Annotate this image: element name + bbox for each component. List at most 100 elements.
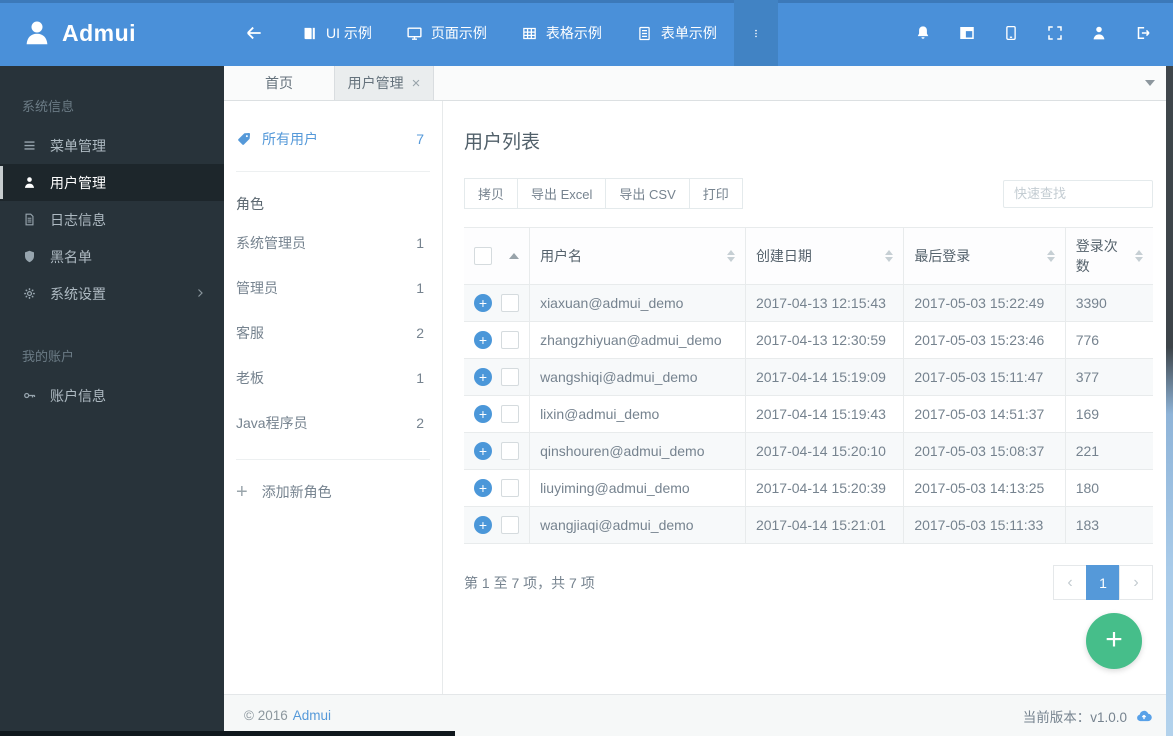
footer-brand-link[interactable]: Admui [293,708,331,723]
nav-more-button[interactable] [733,0,778,66]
brand[interactable]: Admui [0,0,224,66]
cell-login-count: 183 [1064,506,1153,544]
user-icon [25,177,34,188]
table-row[interactable]: lixin@admui_demo 2017-04-14 15:19:43 201… [464,395,1153,433]
version-text: 当前版本：v1.0.0 [1022,709,1127,725]
add-user-fab[interactable] [1086,613,1142,669]
sidebar-item-user-management[interactable]: 用户管理 [0,164,224,201]
cell-last-login: 2017-05-03 14:13:25 [903,469,1066,507]
profile-button[interactable] [1077,0,1121,66]
cell-username: lixin@admui_demo [529,395,746,433]
expand-row-button[interactable] [474,442,492,460]
pagination-next-button[interactable]: › [1119,565,1153,600]
cell-login-count: 180 [1064,469,1153,507]
expand-row-button[interactable] [474,331,492,349]
search-input[interactable] [1003,179,1153,208]
devices-button[interactable] [989,0,1033,66]
role-item[interactable]: 系统管理员 1 [236,220,430,265]
row-checkbox[interactable] [501,368,519,386]
logout-button[interactable] [1121,0,1165,66]
logout-icon [1137,27,1150,39]
row-checkbox[interactable] [501,479,519,497]
print-button[interactable]: 打印 [688,178,743,209]
role-name: Java程序员 [236,414,308,431]
sidebar-item-label: 日志信息 [50,211,106,228]
export-excel-button[interactable]: 导出 Excel [517,178,607,209]
workspace: 首页 用户管理 × 所有用户 7 角色 系统管理员 1 管理员 1 客服 2 老… [224,66,1173,736]
tab-label: 首页 [265,75,293,91]
sidebar-item-label: 系统设置 [50,285,106,302]
sort-asc-icon[interactable] [509,253,520,259]
row-checkbox[interactable] [501,294,519,312]
logo-icon [26,21,48,45]
role-item[interactable]: 老板 1 [236,355,430,400]
row-checkbox[interactable] [501,442,519,460]
page-title: 用户列表 [464,132,541,153]
nav-item-form-examples[interactable]: 表单示例 [619,0,734,66]
role-item[interactable]: 客服 2 [236,310,430,355]
select-all-checkbox[interactable] [474,247,492,265]
row-checkbox[interactable] [501,331,519,349]
cell-created: 2017-04-14 15:20:39 [744,469,904,507]
column-header-last-login[interactable]: 最后登录 [903,227,1066,285]
role-item[interactable]: 管理员 1 [236,265,430,310]
nav-item-table-examples[interactable]: 表格示例 [504,0,619,66]
pagination-prev-button[interactable]: ‹ [1053,565,1087,600]
table-row[interactable]: liuyiming@admui_demo 2017-04-14 15:20:39… [464,469,1153,507]
nav-item-ui-examples[interactable]: UI 示例 [284,0,389,66]
row-checkbox[interactable] [501,516,519,534]
cloud-upload-icon[interactable] [1135,707,1153,725]
role-item[interactable]: Java程序员 2 [236,400,430,445]
notifications-button[interactable] [901,0,945,66]
roles-panel: 所有用户 7 角色 系统管理员 1 管理员 1 客服 2 老板 1 Java程序… [224,101,443,694]
expand-row-button[interactable] [474,479,492,497]
key-icon [24,392,36,399]
app-window: Admui UI 示例 页面示例 表格示例 表单示例 系统信息 菜单管理 用户管… [0,0,1173,736]
cell-login-count: 3390 [1064,284,1153,322]
sidebar-item-menu-management[interactable]: 菜单管理 [0,127,224,164]
column-header-login-count[interactable]: 登录次数 [1064,227,1153,285]
monitor-icon [407,26,422,40]
topbar-actions [901,0,1173,66]
sidebar-item-blacklist[interactable]: 黑名单 [0,238,224,275]
all-users-item[interactable]: 所有用户 7 [236,123,430,155]
cell-last-login: 2017-05-03 15:23:46 [903,321,1066,359]
fullscreen-button[interactable] [1033,0,1077,66]
tab-home[interactable]: 首页 [224,66,334,100]
cell-created: 2017-04-14 15:19:09 [744,358,904,396]
expand-row-button[interactable] [474,368,492,386]
sidebar-item-log-info[interactable]: 日志信息 [0,201,224,238]
layout-toggle-button[interactable] [945,0,989,66]
sort-both-icon [721,250,735,262]
column-header-username[interactable]: 用户名 [529,227,746,285]
pagination-page-1[interactable]: 1 [1086,565,1120,600]
tab-user-management[interactable]: 用户管理 × [334,66,434,100]
sort-both-icon [879,250,894,262]
search-box [1003,179,1153,208]
sidebar-item-account-info[interactable]: 账户信息 [0,377,224,414]
table-row[interactable]: wangshiqi@admui_demo 2017-04-14 15:19:09… [464,358,1153,396]
expand-row-button[interactable] [474,516,492,534]
footer: © 2016 Admui 当前版本：v1.0.0 [224,694,1173,736]
brand-title: Admui [62,19,137,46]
table-row[interactable]: qinshouren@admui_demo 2017-04-14 15:20:1… [464,432,1153,470]
expand-row-button[interactable] [474,405,492,423]
cell-username: qinshouren@admui_demo [529,432,746,470]
expand-row-button[interactable] [474,294,492,312]
tabs-dropdown-caret-icon[interactable] [1145,80,1155,86]
table-row[interactable]: xiaxuan@admui_demo 2017-04-13 12:15:43 2… [464,284,1153,322]
sidebar-item-system-settings[interactable]: 系统设置 [0,275,224,312]
table-row[interactable]: zhangzhiyuan@admui_demo 2017-04-13 12:30… [464,321,1153,359]
row-checkbox[interactable] [501,405,519,423]
column-header-created[interactable]: 创建日期 [744,227,904,285]
nav-item-label: 表单示例 [660,25,717,41]
layout-icon [960,27,974,39]
table-row[interactable]: wangjiaqi@admui_demo 2017-04-14 15:21:01… [464,506,1153,544]
add-role-button[interactable]: + 添加新角色 [236,472,430,512]
cell-last-login: 2017-05-03 15:08:37 [903,432,1066,470]
export-csv-button[interactable]: 导出 CSV [605,178,690,209]
copy-button[interactable]: 拷贝 [464,178,519,209]
back-button[interactable] [224,0,284,66]
nav-item-page-examples[interactable]: 页面示例 [389,0,504,66]
close-icon[interactable]: × [412,75,421,92]
